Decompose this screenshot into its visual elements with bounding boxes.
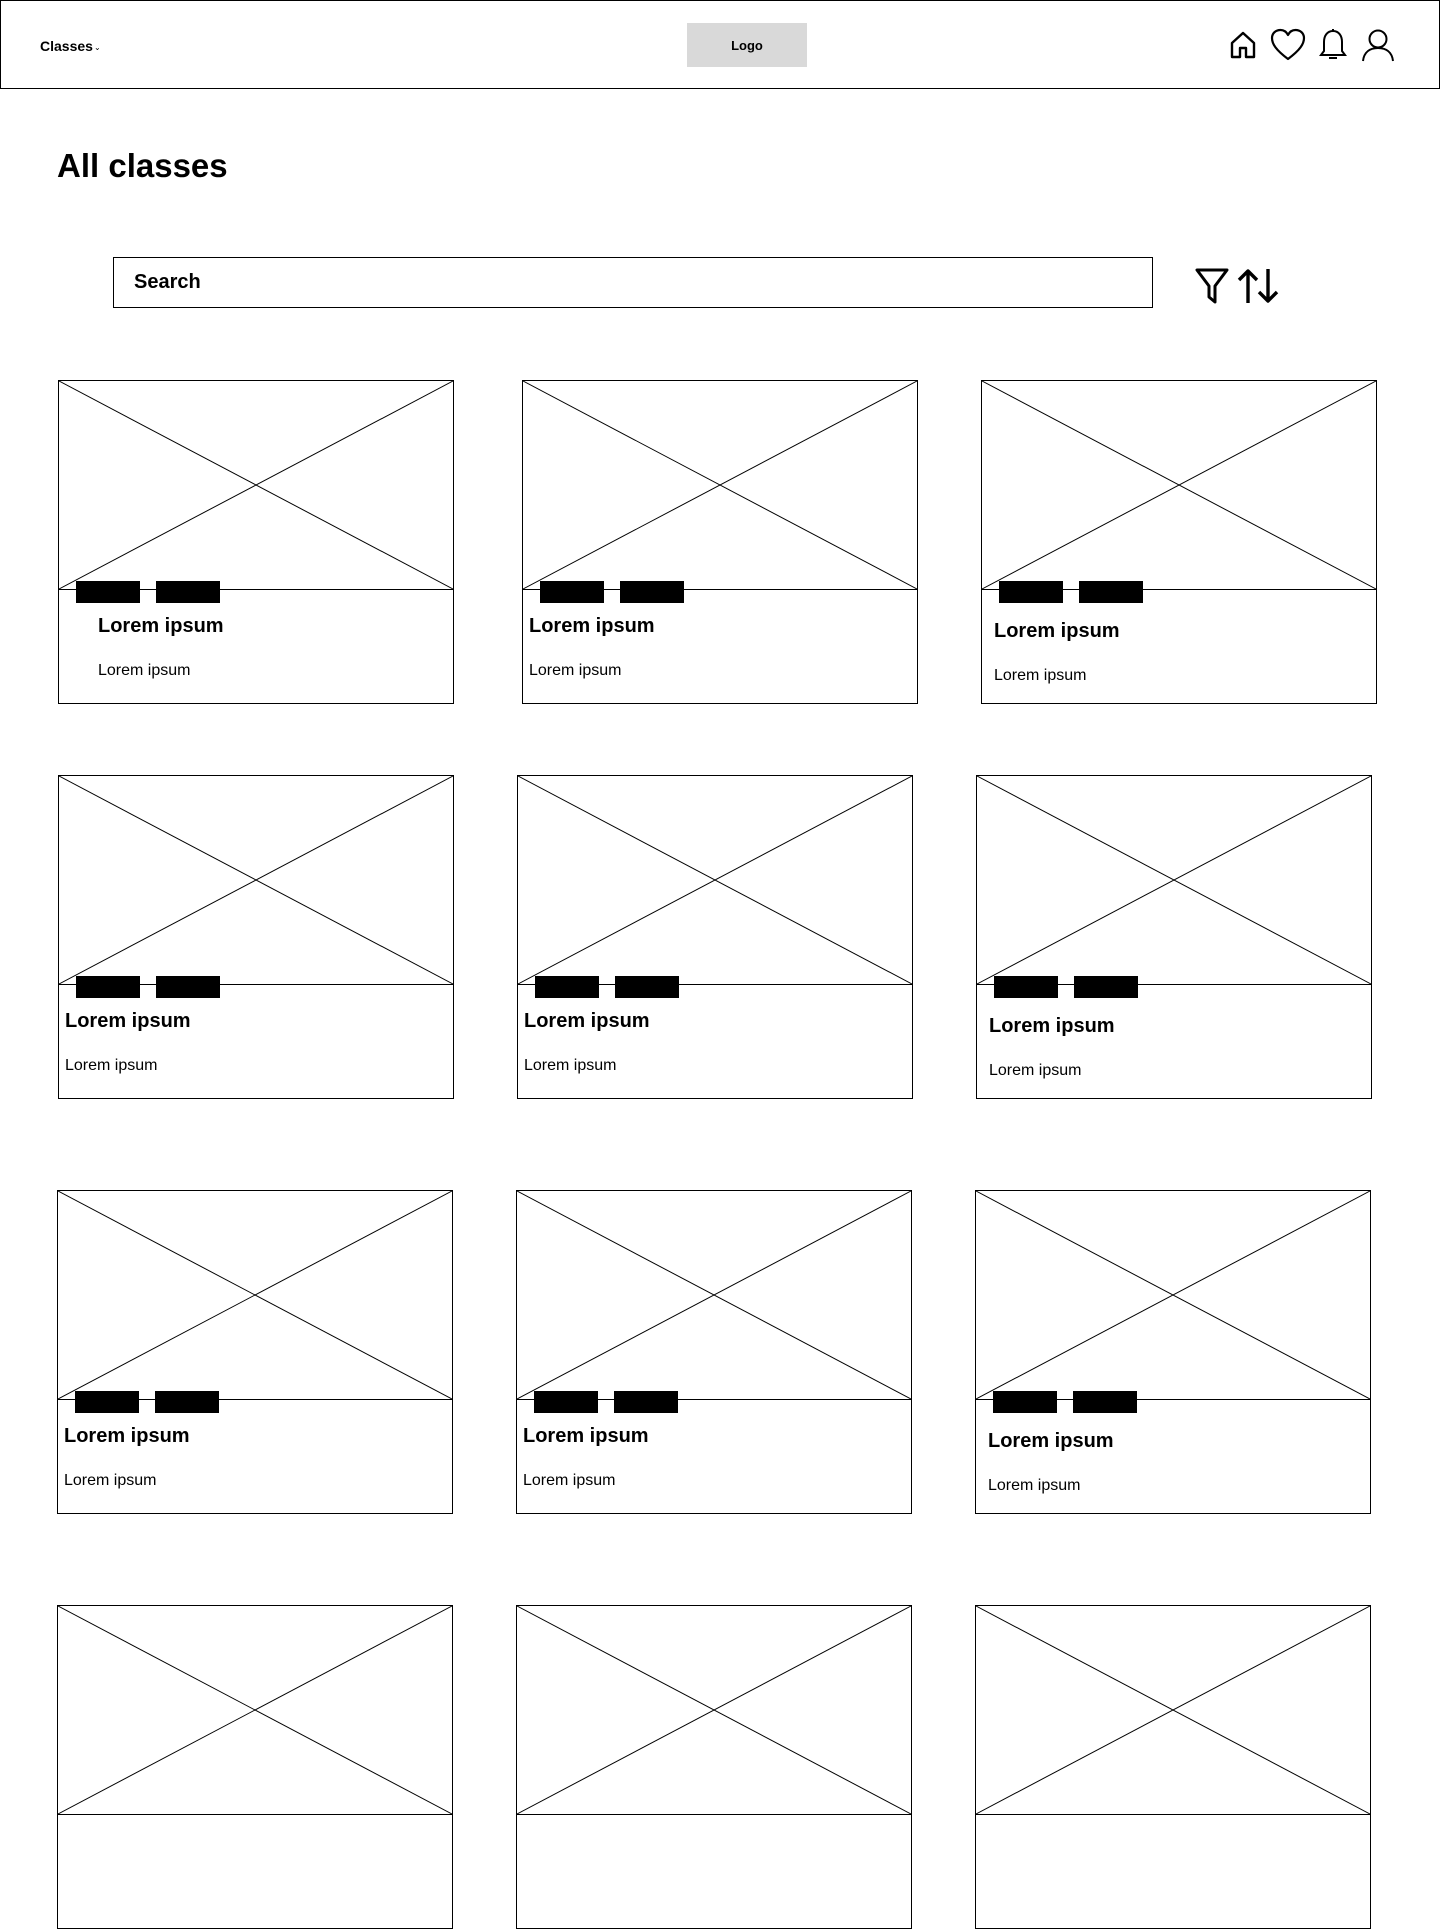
image-placeholder (58, 775, 454, 985)
image-placeholder (975, 1190, 1371, 1400)
image-placeholder (975, 1605, 1371, 1815)
class-card[interactable]: Lorem ipsum Lorem ipsum (522, 380, 918, 704)
tag-badge (535, 976, 599, 998)
class-card[interactable]: Lorem ipsum Lorem ipsum (57, 1190, 453, 1514)
card-title: Lorem ipsum (524, 1010, 650, 1032)
card-subtitle: Lorem ipsum (523, 1472, 616, 1489)
tag-badge (1074, 976, 1138, 998)
tag-badge (76, 581, 140, 603)
image-placeholder (517, 775, 913, 985)
card-subtitle: Lorem ipsum (65, 1057, 158, 1074)
classes-nav-label: Classes (40, 38, 93, 54)
tag-badge (75, 1391, 139, 1413)
card-title: Lorem ipsum (989, 1015, 1115, 1037)
image-placeholder (976, 775, 1372, 985)
card-subtitle: Lorem ipsum (64, 1472, 157, 1489)
image-placeholder (516, 1605, 912, 1815)
image-placeholder (57, 1190, 453, 1400)
card-title: Lorem ipsum (64, 1425, 190, 1447)
class-card[interactable]: Lorem ipsum Lorem ipsum (975, 1190, 1371, 1514)
card-subtitle: Lorem ipsum (529, 662, 622, 679)
tag-badge (534, 1391, 598, 1413)
top-header: Classes ⌄ Logo (0, 0, 1440, 89)
filter-icon[interactable] (1194, 267, 1230, 305)
card-title: Lorem ipsum (65, 1010, 191, 1032)
tag-badge (614, 1391, 678, 1413)
home-icon[interactable] (1225, 27, 1261, 63)
card-subtitle: Lorem ipsum (98, 662, 191, 679)
sort-icon[interactable] (1236, 267, 1280, 305)
tag-badge (155, 1391, 219, 1413)
image-placeholder (522, 380, 918, 590)
image-placeholder (516, 1190, 912, 1400)
image-placeholder (58, 380, 454, 590)
class-card[interactable]: Lorem ipsum Lorem ipsum (58, 380, 454, 704)
card-subtitle: Lorem ipsum (524, 1057, 617, 1074)
class-card[interactable]: Lorem ipsum Lorem ipsum (516, 1190, 912, 1514)
class-card[interactable]: Lorem ipsum Lorem ipsum (976, 775, 1372, 1099)
tag-badge (994, 976, 1058, 998)
bell-icon[interactable] (1315, 27, 1351, 63)
card-title: Lorem ipsum (994, 620, 1120, 642)
tag-badge (156, 581, 220, 603)
class-card[interactable]: Lorem ipsum Lorem ipsum (981, 380, 1377, 704)
page-title: All classes (57, 147, 228, 184)
tag-badge (993, 1391, 1057, 1413)
chevron-down-icon: ⌄ (93, 43, 101, 52)
logo[interactable]: Logo (687, 23, 807, 67)
image-placeholder (57, 1605, 453, 1815)
heart-icon[interactable] (1270, 27, 1306, 63)
tag-badge (1073, 1391, 1137, 1413)
tag-badge (540, 581, 604, 603)
tag-badge (76, 976, 140, 998)
class-card[interactable]: Lorem ipsum Lorem ipsum (517, 775, 913, 1099)
classes-nav-dropdown[interactable]: Classes ⌄ (40, 38, 101, 54)
card-title: Lorem ipsum (529, 615, 655, 637)
class-card[interactable] (516, 1605, 912, 1929)
tag-badge (1079, 581, 1143, 603)
user-icon[interactable] (1360, 27, 1396, 63)
card-subtitle: Lorem ipsum (994, 667, 1087, 684)
tag-badge (156, 976, 220, 998)
card-subtitle: Lorem ipsum (989, 1062, 1082, 1079)
tag-badge (999, 581, 1063, 603)
class-card[interactable] (57, 1605, 453, 1929)
header-icon-group (1225, 27, 1396, 63)
card-title: Lorem ipsum (523, 1425, 649, 1447)
card-title: Lorem ipsum (98, 615, 224, 637)
tag-badge (615, 976, 679, 998)
card-title: Lorem ipsum (988, 1430, 1114, 1452)
image-placeholder (981, 380, 1377, 590)
class-card[interactable] (975, 1605, 1371, 1929)
class-card[interactable]: Lorem ipsum Lorem ipsum (58, 775, 454, 1099)
tag-badge (620, 581, 684, 603)
card-subtitle: Lorem ipsum (988, 1477, 1081, 1494)
search-input[interactable] (113, 257, 1153, 308)
